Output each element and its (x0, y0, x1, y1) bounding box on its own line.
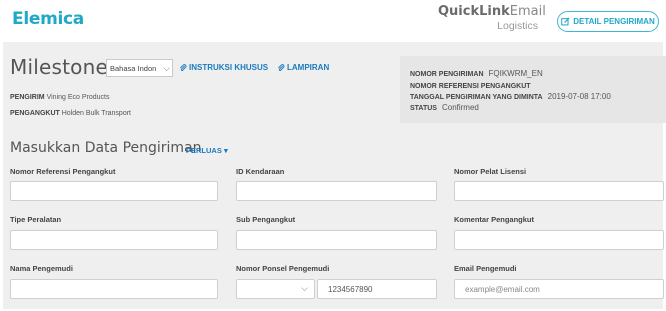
milestone-panel: Milestone Bahasa Indon ⌵ INSTRUKSI KHUSU… (3, 42, 666, 309)
shipper-label: PENGIRIM (10, 94, 45, 101)
carrier-reference-label: NOMOR REFERENSI PENGANGKUT (410, 83, 531, 90)
expand-label: PERLUAS (186, 146, 222, 155)
shipment-number-label: NOMOR PENGIRIMAN (410, 71, 484, 78)
requested-date-row: TANGGAL PENGIRIMAN YANG DIMINTA 2019-07-0… (410, 92, 611, 101)
sub-carrier-input[interactable] (236, 230, 437, 250)
attachments-label: LAMPIRAN (287, 63, 330, 72)
edit-square-icon (561, 17, 570, 26)
paperclip-icon (180, 63, 187, 71)
section-title: Masukkan Data Pengiriman (10, 140, 202, 156)
equipment-type-label: Tipe Peralatan (10, 215, 62, 224)
language-select-value: Bahasa Indon (110, 63, 157, 73)
driver-phone-input[interactable]: 1234567890 (317, 279, 437, 299)
vehicle-id-label: ID Kendaraan (236, 167, 285, 176)
driver-phone-label: Nomor Ponsel Pengemudi (236, 264, 330, 273)
requested-date-value: 2019-07-08 17:00 (547, 92, 611, 101)
shipper-value: Vining Eco Products (46, 94, 110, 101)
paperclip-icon (278, 63, 285, 71)
status-row: STATUS Confirmed (410, 103, 479, 112)
product-name-bold: QuickLink (438, 4, 510, 19)
carrier-comment-label: Komentar Pengangkut (454, 215, 535, 224)
brand-logo: Elemica (12, 9, 84, 29)
product-name: QuickLinkEmail Logistics (438, 4, 546, 34)
license-plate-input[interactable] (454, 181, 664, 201)
chevron-down-icon: ⌵ (163, 63, 170, 73)
shipper-row: PENGIRIM Vining Eco Products (10, 94, 110, 101)
attachments-link[interactable]: LAMPIRAN (277, 63, 329, 72)
special-instructions-link[interactable]: INSTRUKSI KHUSUS (179, 63, 268, 72)
chevron-down-icon: ⌵ (301, 283, 308, 293)
page-title: Milestone (10, 55, 108, 79)
driver-name-input[interactable] (10, 279, 218, 299)
sub-carrier-label: Sub Pengangkut (236, 215, 296, 224)
requested-date-label: TANGGAL PENGIRIMAN YANG DIMINTA (410, 94, 543, 101)
carrier-label: PENGANGKUT (10, 110, 60, 117)
caret-down-icon: ▾ (223, 146, 228, 155)
carrier-reference-input[interactable] (10, 181, 218, 201)
equipment-type-input[interactable] (10, 230, 218, 250)
carrier-reference-row: NOMOR REFERENSI PENGANGKUT (410, 81, 536, 90)
status-label: STATUS (410, 105, 437, 112)
top-bar: Elemica QuickLinkEmail Logistics DETAIL … (0, 0, 666, 42)
product-name-light: Email (509, 4, 546, 19)
shipment-number-value: FQIKWRM_EN (488, 69, 543, 78)
carrier-value: Holden Bulk Transport (61, 110, 131, 117)
vehicle-id-input[interactable] (236, 181, 437, 201)
product-subtitle: Logistics (497, 20, 538, 32)
driver-email-input[interactable]: example@email.com (454, 279, 664, 299)
shipment-number-row: NOMOR PENGIRIMAN FQIKWRM_EN (410, 69, 543, 78)
shipment-detail-label: DETAIL PENGIRIMAN (573, 17, 655, 26)
special-instructions-label: INSTRUKSI KHUSUS (189, 63, 269, 72)
driver-name-label: Nama Pengemudi (10, 264, 73, 273)
carrier-row: PENGANGKUT Holden Bulk Transport (10, 110, 131, 117)
carrier-comment-input[interactable] (454, 230, 664, 250)
status-value: Confirmed (441, 103, 479, 112)
language-select[interactable]: Bahasa Indon ⌵ (106, 59, 173, 77)
carrier-reference-field-label: Nomor Referensi Pengangkut (10, 167, 116, 176)
shipment-detail-button[interactable]: DETAIL PENGIRIMAN (557, 11, 659, 32)
expand-button[interactable]: PERLUAS ▾ (186, 146, 228, 155)
license-plate-label: Nomor Pelat Lisensi (454, 167, 527, 176)
phone-country-code-select[interactable]: ⌵ (236, 279, 315, 299)
shipment-info-box: NOMOR PENGIRIMAN FQIKWRM_EN NOMOR REFEREN… (400, 56, 666, 123)
driver-email-label: Email Pengemudi (454, 264, 517, 273)
